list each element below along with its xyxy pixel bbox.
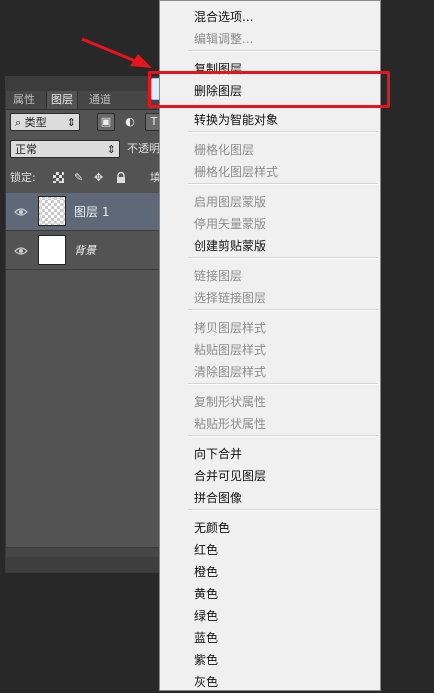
menu-item-12[interactable]: 创建剪贴蒙版 [194,235,266,257]
menu-item-11: 停用矢量蒙版 [194,217,267,231]
chevron-updown-icon: ⇕ [66,116,76,129]
image-filter-icon[interactable]: ▣ [97,113,115,131]
layer-row-layer-1[interactable]: 图层 1 [6,193,164,231]
adjustment-filter-icon[interactable]: ◐ [121,113,139,131]
layer-name[interactable]: 背景 [74,232,96,270]
blend-mode-select[interactable]: 正常 ⇕ [10,140,120,158]
menu-item-17: 拷贝图层样式 [194,321,267,335]
chevron-updown-icon: ⇕ [106,143,116,156]
menu-item-21: 复制形状属性 [194,395,267,409]
menu-item-29[interactable]: 红色 [194,539,218,561]
blend-mode-value: 正常 [15,143,37,156]
menu-item-19: 清除图层样式 [194,365,267,379]
eye-icon[interactable] [14,244,28,258]
layers-panel: 属性 图层 通道 ⌕ 类型 ⇕ ▣ ◐ T 正常 ⇕ 不透明 锁定: ✎ ✥ 填… [5,76,165,573]
layer-filter-select[interactable]: ⌕ 类型 ⇕ [10,113,80,131]
panel-tab-bar: 属性 图层 通道 [6,91,164,110]
panel-title-bar[interactable] [6,77,164,91]
layer-name[interactable]: 图层 1 [74,193,109,231]
layer-row-background[interactable]: 背景 [6,232,164,270]
menu-separator [188,509,378,511]
menu-item-26[interactable]: 拼合图像 [194,487,242,509]
menu-item-24[interactable]: 向下合并 [194,443,242,465]
menu-item-34[interactable]: 紫色 [194,649,218,671]
menu-item-25[interactable]: 合并可见图层 [194,465,266,487]
tab-properties[interactable]: 属性 [9,91,39,109]
layer-thumbnail [38,235,66,265]
menu-item-18: 粘贴图层样式 [194,343,267,357]
menu-item-14: 链接图层 [194,269,243,283]
layer-thumbnail [38,196,66,226]
menu-separator [188,131,378,133]
menu-item-7: 栅格化图层 [194,143,255,157]
lock-label: 锁定: [10,171,36,184]
layer-filter-value: 类型 [24,116,47,129]
menu-item-32[interactable]: 绿色 [194,605,218,627]
menu-item-35[interactable]: 灰色 [194,671,218,693]
menu-item-33[interactable]: 蓝色 [194,627,218,649]
menu-item-1: 编辑调整... [194,32,254,46]
lock-transparency-icon[interactable] [53,169,65,187]
annotation-highlight-box [148,71,390,108]
menu-item-8: 栅格化图层样式 [194,165,279,179]
menu-item-31[interactable]: 黄色 [194,583,218,605]
brush-icon[interactable]: ✎ [74,169,83,187]
menu-item-5[interactable]: 转换为智能对象 [194,109,278,131]
menu-item-22: 粘贴形状属性 [194,417,267,431]
tab-channels[interactable]: 通道 [85,91,115,109]
menu-separator [188,50,378,52]
menu-separator [188,183,378,185]
menu-separator [188,309,378,311]
menu-separator [188,257,378,259]
search-icon: ⌕ [15,116,22,129]
menu-item-0[interactable]: 混合选项... [194,6,253,28]
opacity-label: 不透明 [127,142,160,155]
move-icon[interactable]: ✥ [94,169,103,187]
panel-footer-toolbar [6,557,164,572]
menu-separator [188,383,378,385]
tab-layers[interactable]: 图层 [46,91,78,109]
lock-icon[interactable] [116,169,126,187]
menu-item-10: 启用图层蒙版 [194,195,267,209]
menu-separator [188,435,378,437]
menu-item-30[interactable]: 橙色 [194,561,218,583]
menu-item-15: 选择链接图层 [194,291,267,305]
menu-item-28[interactable]: 无颜色 [194,517,230,539]
eye-icon[interactable] [14,205,28,219]
